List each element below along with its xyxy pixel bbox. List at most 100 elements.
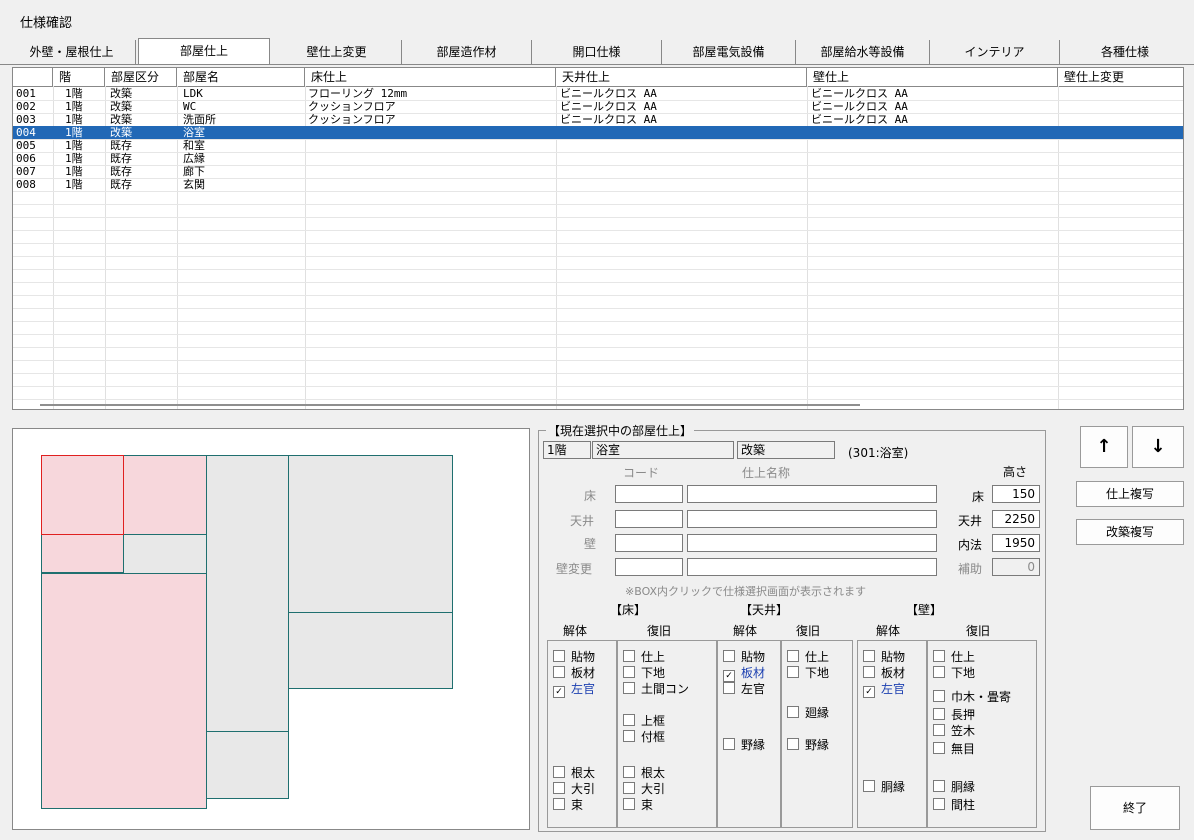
floor-code-input[interactable] xyxy=(615,485,683,503)
checkbox-box[interactable] xyxy=(723,650,735,662)
copy-kaichiku-button[interactable]: 改築複写 xyxy=(1076,519,1184,545)
kabe-fukkyu-checkbox[interactable]: 長押 xyxy=(933,706,975,723)
wall-name-input[interactable] xyxy=(687,534,937,552)
table-row[interactable]: 005 1階 既存 和室 xyxy=(13,139,1183,153)
tenjo-kaitai-checkbox[interactable]: 貼物 xyxy=(723,648,765,665)
ceiling-name-input[interactable] xyxy=(687,510,937,528)
header-wall-change[interactable]: 壁仕上変更 xyxy=(1058,68,1183,86)
tenjo-kaitai-checkbox[interactable]: 左官 xyxy=(723,680,765,697)
tab-plumbing[interactable]: 部屋給水等設備 xyxy=(796,40,930,64)
yuka-kaitai-checkbox[interactable]: 板材 xyxy=(553,664,595,681)
kabe-fukkyu-checkbox[interactable]: 下地 xyxy=(933,664,975,681)
tab-room-finish[interactable]: 部屋仕上 xyxy=(138,38,270,64)
header-kubun[interactable]: 部屋区分 xyxy=(105,68,177,86)
tab-wall-change[interactable]: 壁仕上変更 xyxy=(272,40,402,64)
wall-change-code-input[interactable] xyxy=(615,558,683,576)
yuka-fukkyu-checkbox[interactable]: 下地 xyxy=(623,664,665,681)
header-wall-finish[interactable]: 壁仕上 xyxy=(807,68,1058,86)
tenjo-fukkyu-checkbox[interactable]: 廻縁 xyxy=(787,704,829,721)
tab-misc[interactable]: 各種仕様 xyxy=(1060,40,1190,64)
checkbox-box[interactable] xyxy=(723,682,735,694)
checkbox-box[interactable] xyxy=(623,682,635,694)
room-wc[interactable] xyxy=(41,535,124,573)
checkbox-box[interactable]: ✓ xyxy=(553,686,565,698)
tab-exterior[interactable]: 外壁・屋根仕上 xyxy=(8,40,136,64)
floor-name-input[interactable] xyxy=(687,485,937,503)
ceiling-code-input[interactable] xyxy=(615,510,683,528)
wall-code-input[interactable] xyxy=(615,534,683,552)
yuka-kaitai-checkbox[interactable]: ✓ 左官 xyxy=(553,680,595,698)
ceiling-height-input[interactable]: 2250 xyxy=(992,510,1040,528)
horizontal-scrollbar[interactable] xyxy=(40,404,860,406)
close-button[interactable]: 終了 xyxy=(1090,786,1180,830)
wall-change-name-input[interactable] xyxy=(687,558,937,576)
tenjo-fukkyu-checkbox[interactable]: 野縁 xyxy=(787,736,829,753)
room-washitsu[interactable] xyxy=(289,455,453,613)
room-hiroen[interactable] xyxy=(289,613,453,689)
move-down-button[interactable]: ↓ xyxy=(1132,426,1184,468)
kabe-fukkyu-checkbox[interactable]: 笠木 xyxy=(933,722,975,739)
checkbox-box[interactable] xyxy=(723,738,735,750)
yuka-kaitai-checkbox[interactable]: 根太 xyxy=(553,764,595,781)
yuka-kaitai-checkbox[interactable]: 大引 xyxy=(553,780,595,797)
kabe-fukkyu-checkbox[interactable]: 巾木・畳寄 xyxy=(933,688,1011,705)
floor-plan[interactable] xyxy=(12,428,530,830)
checkbox-box[interactable] xyxy=(863,666,875,678)
header-floor-finish[interactable]: 床仕上 xyxy=(305,68,556,86)
move-up-button[interactable]: ↑ xyxy=(1080,426,1128,468)
checkbox-box[interactable] xyxy=(623,666,635,678)
checkbox-box[interactable] xyxy=(863,780,875,792)
yuka-kaitai-checkbox[interactable]: 束 xyxy=(553,796,583,813)
checkbox-box[interactable] xyxy=(787,650,799,662)
tab-room-fixtures[interactable]: 部屋造作材 xyxy=(402,40,532,64)
table-row[interactable]: 006 1階 既存 広縁 xyxy=(13,152,1183,166)
checkbox-box[interactable] xyxy=(553,666,565,678)
yuka-fukkyu-checkbox[interactable]: 束 xyxy=(623,796,653,813)
checkbox-box[interactable] xyxy=(553,650,565,662)
checkbox-box[interactable] xyxy=(933,798,945,810)
room-entrance[interactable] xyxy=(207,731,289,799)
checkbox-box[interactable] xyxy=(553,766,565,778)
table-row[interactable]: 008 1階 既存 玄関 xyxy=(13,178,1183,192)
header-floor[interactable]: 階 xyxy=(53,68,105,86)
table-row[interactable]: 002 1階 改築 WC クッションフロア ビニールクロス AA ビニールクロス AA xyxy=(13,100,1183,114)
tenjo-kaitai-checkbox[interactable]: 野縁 xyxy=(723,736,765,753)
room-bathroom-selected[interactable] xyxy=(41,455,124,535)
kabe-fukkyu-checkbox[interactable]: 仕上 xyxy=(933,648,975,665)
kabe-fukkyu-checkbox[interactable]: 間柱 xyxy=(933,796,975,813)
yuka-fukkyu-checkbox[interactable]: 仕上 xyxy=(623,648,665,665)
checkbox-box[interactable] xyxy=(787,738,799,750)
checkbox-box[interactable] xyxy=(933,650,945,662)
checkbox-box[interactable] xyxy=(553,798,565,810)
checkbox-box[interactable] xyxy=(623,650,635,662)
checkbox-box[interactable] xyxy=(933,666,945,678)
checkbox-box[interactable] xyxy=(623,730,635,742)
header-no[interactable] xyxy=(13,68,53,86)
header-ceiling-finish[interactable]: 天井仕上 xyxy=(556,68,807,86)
table-row[interactable]: 003 1階 改築 洗面所 クッションフロア ビニールクロス AA ビニールクロス AA xyxy=(13,113,1183,127)
tenjo-fukkyu-checkbox[interactable]: 仕上 xyxy=(787,648,829,665)
header-room-name[interactable]: 部屋名 xyxy=(177,68,305,86)
kabe-kaitai-checkbox[interactable]: 板材 xyxy=(863,664,905,681)
copy-finish-button[interactable]: 仕上複写 xyxy=(1076,481,1184,507)
checkbox-box[interactable] xyxy=(933,780,945,792)
kabe-fukkyu-checkbox[interactable]: 胴縁 xyxy=(933,778,975,795)
checkbox-box[interactable] xyxy=(623,782,635,794)
room-finish-table[interactable]: 階 部屋区分 部屋名 床仕上 天井仕上 壁仕上 壁仕上変更 001 1階 改築 LDK… xyxy=(12,67,1184,410)
checkbox-box[interactable] xyxy=(933,724,945,736)
tab-electric[interactable]: 部屋電気設備 xyxy=(662,40,796,64)
floor-height-input[interactable]: 150 xyxy=(992,485,1040,503)
table-row[interactable]: 007 1階 既存 廊下 xyxy=(13,165,1183,179)
checkbox-box[interactable] xyxy=(933,742,945,754)
yuka-fukkyu-checkbox[interactable]: 根太 xyxy=(623,764,665,781)
checkbox-box[interactable] xyxy=(863,650,875,662)
kabe-kaitai-checkbox[interactable]: ✓ 左官 xyxy=(863,680,905,698)
kabe-fukkyu-checkbox[interactable]: 無目 xyxy=(933,740,975,757)
checkbox-box[interactable] xyxy=(553,782,565,794)
kabe-kaitai-checkbox[interactable]: 貼物 xyxy=(863,648,905,665)
checkbox-box[interactable] xyxy=(787,666,799,678)
checkbox-box[interactable] xyxy=(623,714,635,726)
checkbox-box[interactable] xyxy=(787,706,799,718)
yuka-kaitai-checkbox[interactable]: 貼物 xyxy=(553,648,595,665)
checkbox-box[interactable] xyxy=(623,766,635,778)
